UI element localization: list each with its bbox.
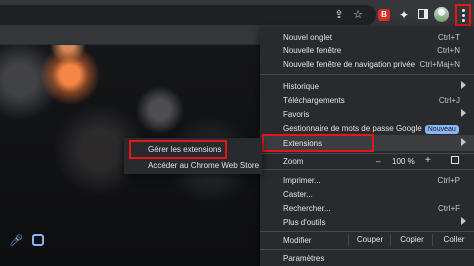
browser-toolbar: ⇪ ☆ B ✦	[0, 0, 474, 30]
chevron-right-icon	[461, 217, 466, 225]
chevron-right-icon	[461, 81, 466, 89]
google-lens-icon[interactable]	[32, 234, 44, 246]
menu-item-edit: Modifier Couper Copier Coller	[260, 232, 474, 248]
zoom-out-button[interactable]: –	[376, 157, 380, 166]
paste-button[interactable]: Coller	[432, 234, 474, 246]
menu-divider	[260, 169, 474, 170]
cut-button[interactable]: Couper	[348, 234, 391, 246]
password-manager-label: Gestionnaire de mots de passe Google	[283, 124, 422, 133]
extension-red-icon[interactable]: B	[378, 9, 390, 21]
menu-item-zoom: Zoom – 100 % +	[260, 153, 474, 169]
side-panel-icon[interactable]	[418, 9, 428, 19]
extensions-highlight-box	[262, 134, 374, 152]
new-badge: Nouveau	[424, 125, 459, 134]
copy-button[interactable]: Copier	[390, 234, 433, 246]
chevron-right-icon	[461, 138, 466, 146]
menu-item-more-tools[interactable]: Plus d'outils	[260, 214, 474, 230]
puzzle-extensions-icon[interactable]: ✦	[397, 8, 411, 22]
menu-item-new-incognito-window[interactable]: Nouvelle fenêtre de navigation privée Ct…	[260, 56, 474, 72]
fullscreen-icon[interactable]	[451, 156, 459, 164]
zoom-level: 100 %	[392, 157, 415, 166]
chevron-right-icon	[461, 109, 466, 117]
menu-divider	[260, 74, 474, 75]
chrome-web-store-item[interactable]: Accéder au Chrome Web Store	[148, 161, 259, 170]
chrome-main-menu: Nouvel onglet Ctrl+T Nouvelle fenêtre Ct…	[260, 27, 474, 266]
bookmark-star-icon[interactable]: ☆	[351, 8, 365, 22]
avatar[interactable]	[434, 7, 449, 22]
manage-extensions-highlight-box	[129, 140, 227, 159]
more-menu-icon[interactable]	[455, 4, 471, 26]
zoom-in-button[interactable]: +	[425, 155, 431, 166]
address-bar[interactable]	[0, 5, 376, 25]
extensions-submenu: Gérer les extensions Accéder au Chrome W…	[124, 138, 262, 174]
share-icon[interactable]: ⇪	[332, 8, 346, 22]
menu-item-settings[interactable]: Paramètres	[260, 250, 474, 266]
microphone-icon[interactable]: 🎤︎	[9, 234, 23, 248]
